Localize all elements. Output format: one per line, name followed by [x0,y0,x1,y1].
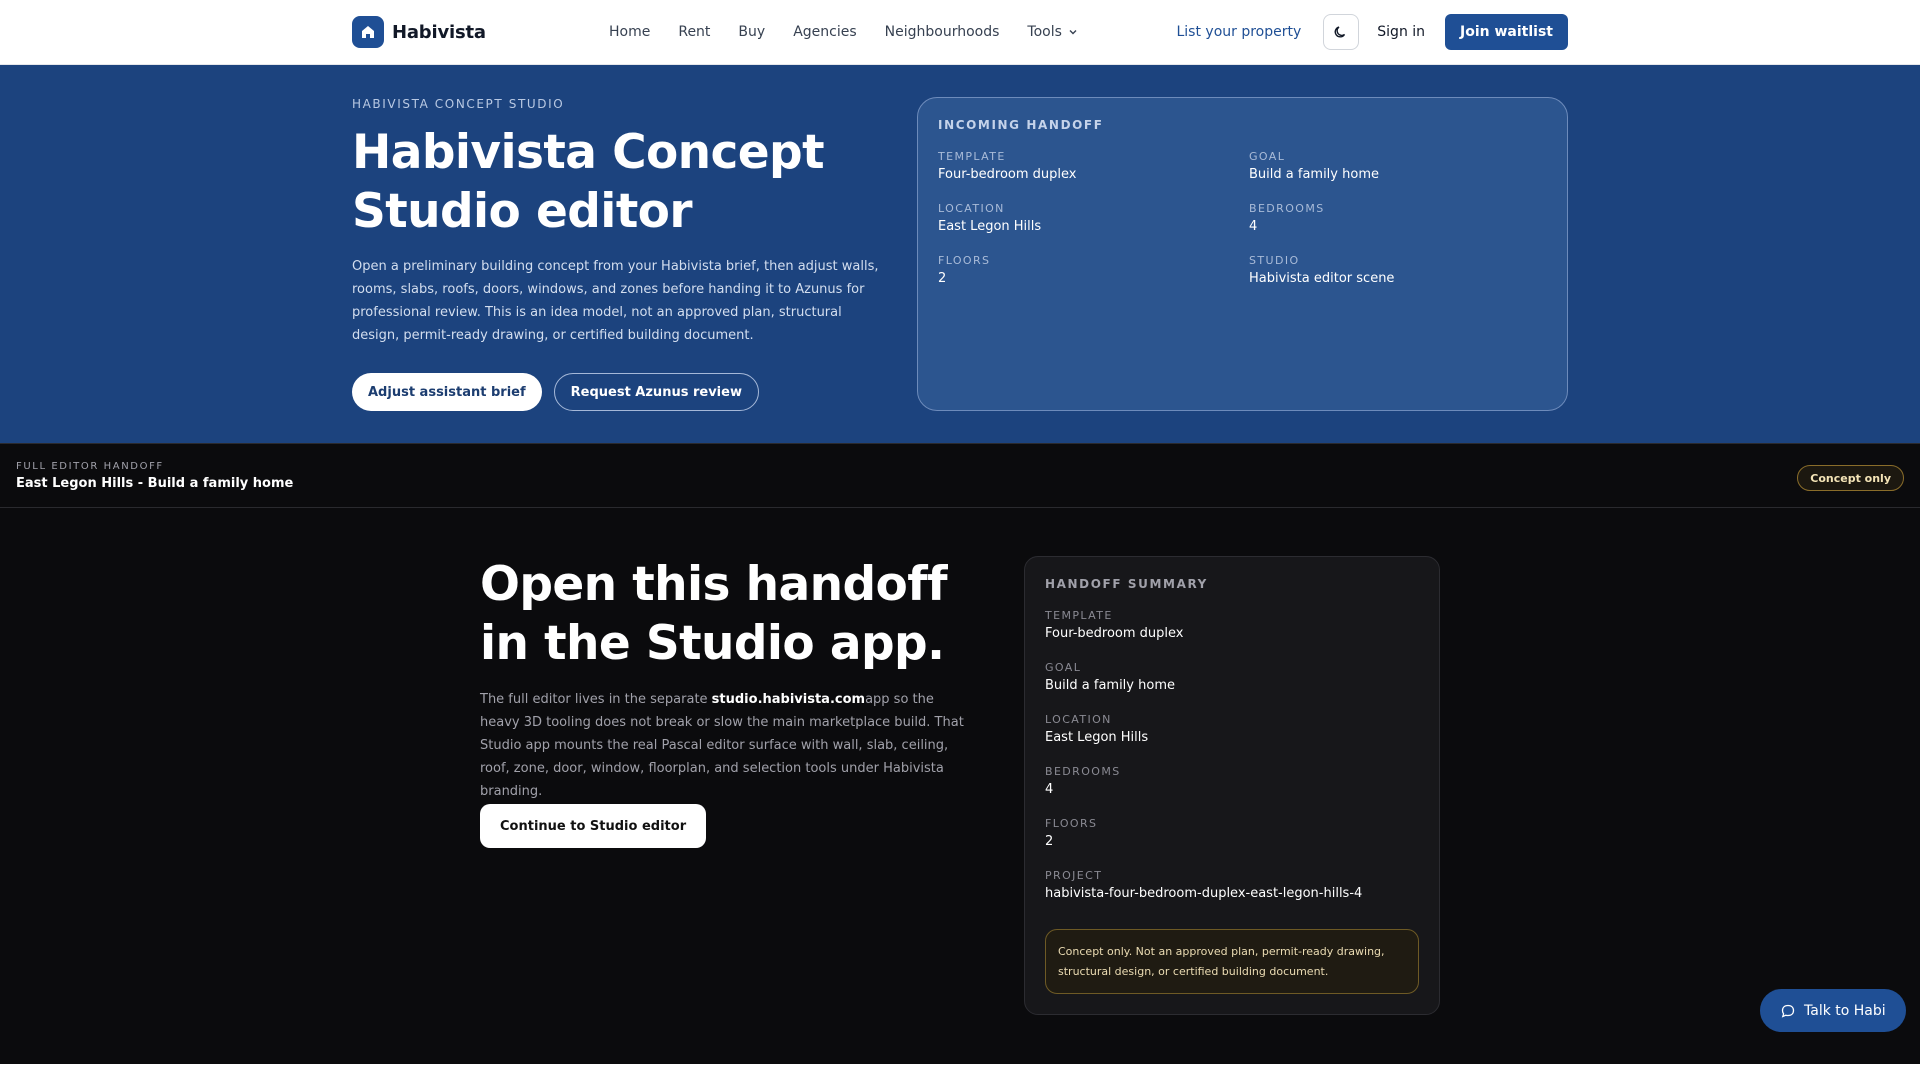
concept-disclaimer-notice: Concept only. Not an approved plan, perm… [1045,929,1419,994]
field-value: Build a family home [1249,167,1379,182]
incoming-field-template: TEMPLATE Four-bedroom duplex [938,150,1077,182]
incoming-field-floors: FLOORS 2 [938,254,990,286]
field-value: 4 [1045,782,1054,797]
field-label: GOAL [1249,150,1286,163]
incoming-field-bedrooms: BEDROOMS 4 [1249,202,1325,234]
handoff-bar-eyebrow: FULL EDITOR HANDOFF [16,461,164,472]
nav-link-buy[interactable]: Buy [738,24,765,40]
field-value: Four-bedroom duplex [1045,626,1184,641]
field-value: East Legon Hills [938,219,1042,234]
concept-only-badge: Concept only [1797,465,1904,491]
nav-link-rent[interactable]: Rent [678,24,710,40]
moon-icon [1334,26,1346,38]
field-value: 4 [1249,219,1258,234]
nav-tools-dropdown[interactable]: Tools [1027,24,1078,40]
field-label: FLOORS [1045,817,1098,830]
summary-field-project: PROJECT habivista-four-bedroom-duplex-ea… [1045,869,1362,901]
brand-logo[interactable]: Habivista [352,16,486,48]
nav-actions: List your property Sign in Join waitlist [1176,14,1568,50]
hero-description: Open a preliminary building concept from… [352,259,879,343]
field-label: LOCATION [938,202,1005,215]
join-waitlist-button[interactable]: Join waitlist [1445,14,1568,50]
field-label: BEDROOMS [1249,202,1325,215]
field-label: FLOORS [938,254,991,267]
field-value: Four-bedroom duplex [938,167,1077,182]
field-value: 2 [938,271,947,286]
desc-text-before: The full editor lives in the separate [480,692,712,707]
field-label: STUDIO [1249,254,1300,267]
page-title: Habivista Concept Studio editor [352,125,825,239]
field-label: GOAL [1045,661,1082,674]
request-review-button[interactable]: Request Azunus review [553,373,759,411]
field-value: East Legon Hills [1045,730,1149,745]
editor-handoff-bar: FULL EDITOR HANDOFF East Legon Hills - B… [0,443,1920,508]
continue-to-studio-button[interactable]: Continue to Studio editor [480,804,707,848]
main-heading: Open this handoff in the Studio app. [480,557,948,671]
field-label: BEDROOMS [1045,765,1121,778]
desc-text-after: app so the heavy 3D tooling does not bre… [480,692,964,799]
field-value: Habivista editor scene [1249,271,1395,286]
nav-links: Home Rent Buy Agencies Neighbourhoods To… [609,0,1106,64]
page-footer-edge [0,1064,1920,1080]
sign-in-link[interactable]: Sign in [1377,24,1425,40]
incoming-handoff-heading: INCOMING HANDOFF [938,118,1104,132]
incoming-field-goal: GOAL Build a family home [1249,150,1379,182]
field-value: 2 [1045,834,1054,849]
summary-field-location: LOCATION East Legon Hills [1045,713,1148,745]
list-property-link[interactable]: List your property [1176,24,1301,40]
summary-field-goal: GOAL Build a family home [1045,661,1175,693]
incoming-field-studio: STUDIO Habivista editor scene [1249,254,1394,286]
top-navbar: Habivista Home Rent Buy Agencies Neighbo… [0,0,1920,65]
field-label: TEMPLATE [1045,609,1113,622]
nav-link-agencies[interactable]: Agencies [793,24,856,40]
summary-field-floors: FLOORS 2 [1045,817,1097,849]
chat-bubble-icon [1781,1004,1795,1018]
field-label: TEMPLATE [938,150,1006,163]
hero-actions: Adjust assistant brief Request Azunus re… [352,373,759,411]
field-label: LOCATION [1045,713,1112,726]
chevron-down-icon [1069,30,1077,35]
field-value: Build a family home [1045,678,1175,693]
handoff-bar-title: East Legon Hills - Build a family home [16,476,294,491]
nav-link-home[interactable]: Home [609,24,650,40]
field-label: PROJECT [1045,869,1103,882]
hero-section: HABIVISTA CONCEPT STUDIO Habivista Conce… [0,65,1920,443]
main-description: The full editor lives in the separate st… [480,688,970,803]
studio-domain-text: studio.habivista.com [711,692,866,707]
summary-field-template: TEMPLATE Four-bedroom duplex [1045,609,1184,641]
hero-eyebrow: HABIVISTA CONCEPT STUDIO [352,97,565,111]
incoming-handoff-card: INCOMING HANDOFF TEMPLATE Four-bedroom d… [917,97,1568,411]
adjust-brief-button[interactable]: Adjust assistant brief [352,373,542,411]
handoff-summary-heading: HANDOFF SUMMARY [1045,577,1208,591]
talk-to-habi-label: Talk to Habi [1804,1002,1886,1019]
house-icon [352,16,384,48]
brand-name: Habivista [392,21,486,43]
nav-tools-label: Tools [1027,24,1062,40]
summary-field-bedrooms: BEDROOMS 4 [1045,765,1121,797]
field-value: habivista-four-bedroom-duplex-east-legon… [1045,886,1363,901]
handoff-summary-card: HANDOFF SUMMARY TEMPLATE Four-bedroom du… [1024,556,1440,1015]
nav-link-neighbourhoods[interactable]: Neighbourhoods [885,24,1000,40]
talk-to-habi-button[interactable]: Talk to Habi [1760,989,1906,1032]
incoming-field-location: LOCATION East Legon Hills [938,202,1041,234]
theme-toggle-button[interactable] [1323,14,1360,50]
